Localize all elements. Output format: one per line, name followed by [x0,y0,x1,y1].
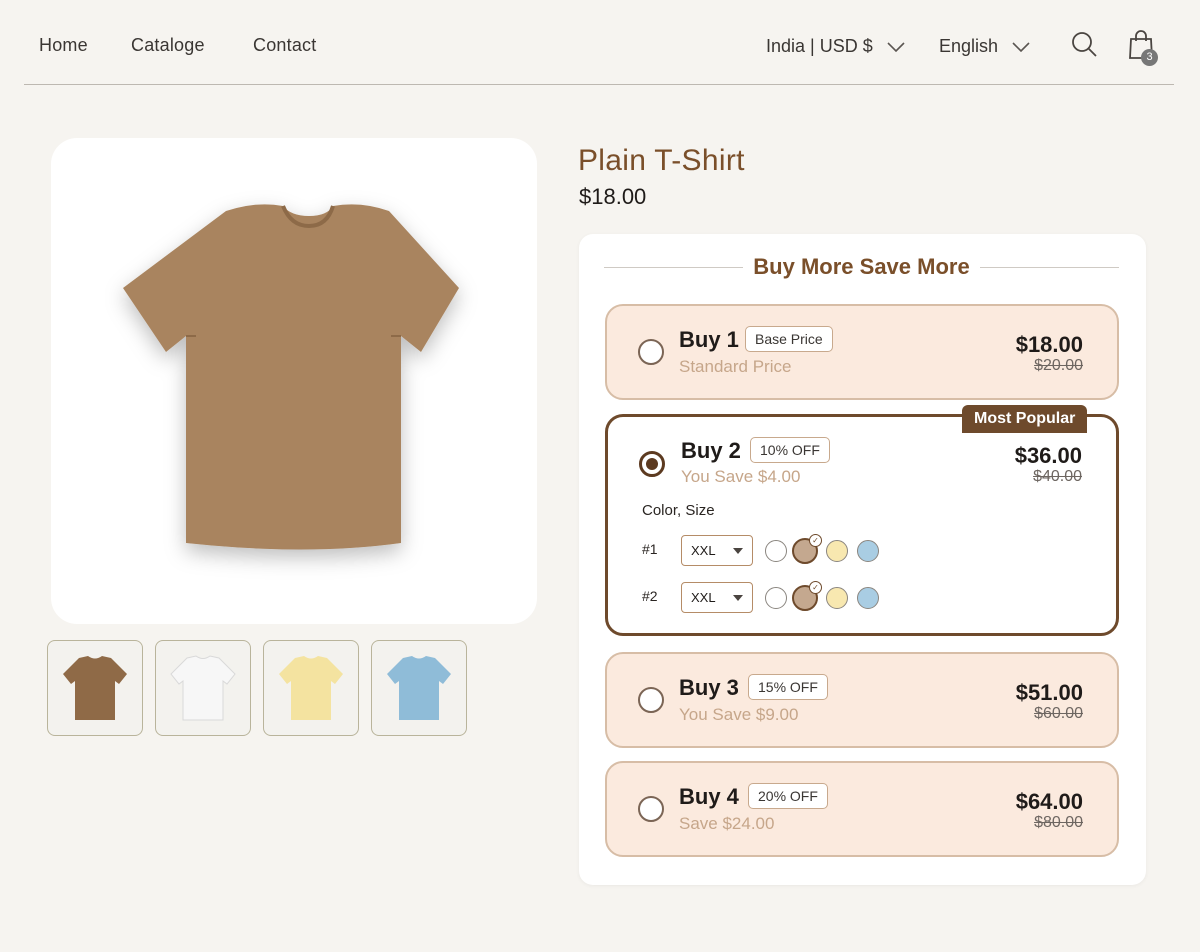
product-main-image[interactable] [51,138,537,624]
nav-link-cataloge[interactable]: Cataloge [131,35,205,56]
cart-count-badge: 3 [1141,49,1158,66]
bundle-tag: Base Price [745,326,833,352]
size-value: XXL [691,543,716,558]
bundle-subtitle: Save $24.00 [679,814,775,833]
bundle-price: $18.00 [1015,332,1083,357]
bundle-price: $36.00 [1014,443,1082,468]
bundle-price: $64.00 [1015,789,1083,814]
language-selector[interactable]: English [939,36,1030,57]
product-title: Plain T-Shirt [578,144,745,177]
search-icon[interactable] [1070,30,1098,58]
radio-button[interactable] [638,687,664,713]
tshirt-thumbnail-icon [170,655,236,721]
swatch-yellow[interactable] [826,587,848,609]
size-select[interactable]: XXL [681,535,753,566]
bundle-option-buy-3[interactable]: Buy 3 15% OFF You Save $9.00 $51.00 $60.… [605,652,1119,748]
bundle-panel: Buy More Save More Buy 1 Base Price Stan… [579,234,1146,885]
region-label: India | USD $ [766,36,873,56]
swatch-blue[interactable] [857,540,879,562]
most-popular-badge: Most Popular [962,405,1088,433]
variant-label: Color, Size [642,502,715,519]
bundle-tag: 15% OFF [748,674,828,700]
bundle-option-buy-4[interactable]: Buy 4 20% OFF Save $24.00 $64.00 $80.00 [605,761,1119,857]
top-nav: Home Cataloge Contact India | USD $ Engl… [24,0,1174,85]
check-icon: ✓ [809,534,822,547]
bundle-option-buy-1[interactable]: Buy 1 Base Price Standard Price $18.00 $… [605,304,1119,400]
caret-down-icon [733,548,743,554]
bundle-subtitle: You Save $9.00 [679,705,799,724]
swatch-tan-selected[interactable]: ✓ [792,534,822,564]
bundle-qty: Buy 4 [679,784,739,809]
check-icon: ✓ [809,581,822,594]
radio-button[interactable] [638,796,664,822]
swatch-white[interactable] [765,540,787,562]
thumbnail-blue[interactable] [371,640,467,736]
tshirt-thumbnail-icon [279,656,343,720]
bundle-old-price: $20.00 [1034,357,1083,374]
bundle-qty: Buy 1 [679,327,739,352]
bundle-qty: Buy 3 [679,675,739,700]
bundle-subtitle: Standard Price [679,357,792,376]
variant-row-label: #1 [642,541,658,557]
product-price: $18.00 [579,184,647,209]
variant-row-label: #2 [642,588,658,604]
tshirt-thumbnail-icon [387,656,451,720]
radio-button-selected[interactable] [639,451,665,477]
bundle-old-price: $80.00 [1034,814,1083,831]
size-select[interactable]: XXL [681,582,753,613]
swatch-white[interactable] [765,587,787,609]
thumbnail-brown[interactable] [47,640,143,736]
chevron-down-icon [887,41,905,52]
nav-link-home[interactable]: Home [39,35,88,56]
bundle-price: $51.00 [1015,680,1083,705]
bundle-tag: 10% OFF [750,437,830,463]
bundle-heading: Buy More Save More [604,252,1119,282]
bundle-option-buy-2[interactable]: Most Popular Buy 2 10% OFF You Save $4.0… [605,405,1119,636]
bundle-heading-text: Buy More Save More [753,254,970,279]
bundle-tag: 20% OFF [748,783,828,809]
swatch-blue[interactable] [857,587,879,609]
region-selector[interactable]: India | USD $ [766,36,905,57]
thumbnail-white[interactable] [155,640,251,736]
divider [979,266,1119,268]
size-value: XXL [691,590,716,605]
thumbnail-yellow[interactable] [263,640,359,736]
bundle-qty: Buy 2 [681,438,741,463]
tshirt-image [123,204,459,550]
swatch-yellow[interactable] [826,540,848,562]
divider [604,266,744,268]
bundle-old-price: $40.00 [1033,468,1082,485]
bundle-old-price: $60.00 [1034,705,1083,722]
chevron-down-icon [1012,41,1030,52]
tshirt-thumbnail-icon [63,656,127,720]
caret-down-icon [733,595,743,601]
language-label: English [939,36,999,56]
swatch-tan-selected[interactable]: ✓ [792,581,822,611]
radio-button[interactable] [638,339,664,365]
nav-link-contact[interactable]: Contact [253,35,316,56]
bundle-subtitle: You Save $4.00 [681,467,801,486]
